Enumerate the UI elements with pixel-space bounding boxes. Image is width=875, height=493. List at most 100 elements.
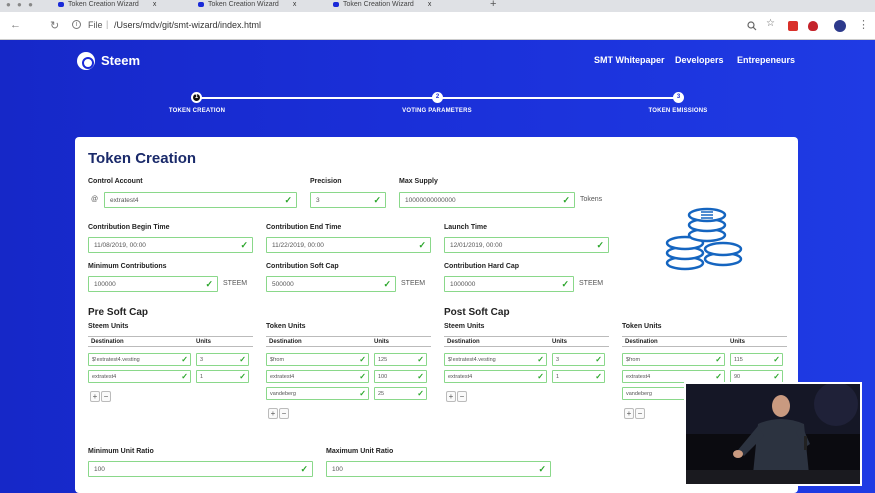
- max-supply-field[interactable]: 10000000000000 ✓: [399, 192, 575, 208]
- browser-tab[interactable]: Token Creation Wizard x: [58, 0, 156, 12]
- url-separator: |: [106, 19, 109, 29]
- close-tab-icon[interactable]: x: [428, 1, 432, 8]
- steem-logo-icon[interactable]: [77, 52, 95, 70]
- reload-icon[interactable]: ↻: [50, 19, 59, 32]
- remove-row-button[interactable]: −: [279, 408, 289, 419]
- browser-tab[interactable]: Token Creation Wizard x: [198, 0, 296, 12]
- page-title: Token Creation: [88, 150, 197, 167]
- new-tab-button[interactable]: +: [490, 0, 496, 10]
- address-bar: ← ↻ i File | /Users/mdv/git/smt-wizard/i…: [0, 12, 875, 40]
- remove-row-button[interactable]: −: [101, 391, 111, 402]
- valid-check-icon: ✓: [561, 279, 569, 289]
- nav-smt-whitepaper[interactable]: SMT Whitepaper: [594, 55, 665, 65]
- valid-check-icon: ✓: [417, 389, 424, 398]
- post-soft-cap-title: Post Soft Cap: [444, 307, 510, 318]
- shield-icon[interactable]: [808, 21, 818, 31]
- valid-check-icon: ✓: [596, 240, 604, 250]
- hard-cap-field[interactable]: 1000000 ✓: [444, 276, 574, 292]
- step-3-dot[interactable]: 3: [673, 92, 684, 103]
- destination-input[interactable]: extratest4 ✓: [88, 370, 191, 383]
- info-icon[interactable]: i: [72, 20, 81, 29]
- launch-time-label: Launch Time: [444, 224, 488, 231]
- valid-check-icon: ✓: [773, 372, 780, 381]
- units-input[interactable]: 1 ✓: [196, 370, 249, 383]
- units-input[interactable]: 3 ✓: [196, 353, 249, 366]
- destination-input[interactable]: $from ✓: [622, 353, 725, 366]
- profile-icon[interactable]: [834, 20, 846, 32]
- precision-field[interactable]: 3 ✓: [310, 192, 386, 208]
- valid-check-icon: ✓: [284, 195, 292, 205]
- destination-input[interactable]: $!extratest4.vesting ✓: [444, 353, 547, 366]
- add-row-button[interactable]: +: [446, 391, 456, 402]
- url-field[interactable]: /Users/mdv/git/smt-wizard/index.html: [114, 20, 261, 30]
- valid-check-icon: ✓: [205, 279, 213, 289]
- browser-tab-active[interactable]: Token Creation Wizard x: [333, 0, 431, 12]
- brand-name[interactable]: Steem: [101, 53, 140, 68]
- remove-row-button[interactable]: −: [635, 408, 645, 419]
- destination-input[interactable]: extratest4 ✓: [444, 370, 547, 383]
- table-header: Destination Units: [88, 336, 253, 347]
- destination-input[interactable]: $!extratest4.vesting ✓: [88, 353, 191, 366]
- end-time-field[interactable]: 11/22/2019, 00:00 ✓: [266, 237, 431, 253]
- nav-developers[interactable]: Developers: [675, 55, 724, 65]
- begin-time-field[interactable]: 11/08/2019, 00:00 ✓: [88, 237, 253, 253]
- pre-soft-cap-title: Pre Soft Cap: [88, 307, 149, 318]
- min-unit-ratio-field[interactable]: 100 ✓: [88, 461, 313, 477]
- destination-input[interactable]: $from ✓: [266, 353, 369, 366]
- add-row-button[interactable]: +: [90, 391, 100, 402]
- remove-row-button[interactable]: −: [457, 391, 467, 402]
- steem-suffix: STEEM: [579, 280, 604, 287]
- min-contrib-label: Minimum Contributions: [88, 263, 167, 270]
- units-input[interactable]: 100 ✓: [374, 370, 427, 383]
- star-icon[interactable]: ☆: [766, 18, 776, 29]
- max-unit-ratio-label: Maximum Unit Ratio: [326, 448, 394, 455]
- table-header: Destination Units: [266, 336, 431, 347]
- units-input[interactable]: 1 ✓: [552, 370, 605, 383]
- valid-check-icon: ✓: [239, 355, 246, 364]
- max-unit-ratio-field[interactable]: 100 ✓: [326, 461, 551, 477]
- url-scheme: File: [88, 20, 103, 30]
- window-controls[interactable]: ● ● ●: [6, 1, 35, 9]
- table-header: Destination Units: [444, 336, 609, 347]
- hard-cap-label: Contribution Hard Cap: [444, 263, 520, 270]
- search-icon[interactable]: [747, 21, 757, 31]
- valid-check-icon: ✓: [417, 355, 424, 364]
- steem-favicon-icon: [333, 1, 339, 7]
- steem-units-title: Steem Units: [88, 323, 129, 330]
- min-contrib-field[interactable]: 100000 ✓: [88, 276, 218, 292]
- coin-stack-icon: [665, 207, 743, 271]
- add-row-button[interactable]: +: [268, 408, 278, 419]
- nav-entrepeneurs[interactable]: Entrepeneurs: [737, 55, 795, 65]
- destination-input[interactable]: extratest4 ✓: [266, 370, 369, 383]
- steem-suffix: STEEM: [223, 280, 248, 287]
- steem-units-title: Steem Units: [444, 323, 485, 330]
- destination-input[interactable]: vandeberg ✓: [266, 387, 369, 400]
- menu-icon[interactable]: ⋮: [858, 18, 869, 31]
- close-tab-icon[interactable]: x: [153, 1, 157, 8]
- valid-check-icon: ✓: [359, 372, 366, 381]
- tokens-suffix: Tokens: [580, 196, 603, 203]
- units-input[interactable]: 25 ✓: [374, 387, 427, 400]
- units-input[interactable]: 115 ✓: [730, 353, 783, 366]
- step-2-dot[interactable]: 2: [432, 92, 443, 103]
- token-units-title: Token Units: [622, 323, 662, 330]
- control-account-field[interactable]: extratest4 ✓: [104, 192, 297, 208]
- units-input[interactable]: 125 ✓: [374, 353, 427, 366]
- valid-check-icon: ✓: [773, 355, 780, 364]
- extension-icon[interactable]: [788, 21, 798, 31]
- valid-check-icon: ✓: [537, 372, 544, 381]
- valid-check-icon: ✓: [359, 355, 366, 364]
- valid-check-icon: ✓: [562, 195, 570, 205]
- valid-check-icon: ✓: [239, 372, 246, 381]
- row-controls: + −: [446, 391, 468, 402]
- back-icon[interactable]: ←: [10, 19, 21, 31]
- units-input[interactable]: 3 ✓: [552, 353, 605, 366]
- step-1-dot[interactable]: 1: [191, 92, 202, 103]
- step-2-label: VOTING PARAMETERS: [402, 108, 472, 114]
- add-row-button[interactable]: +: [624, 408, 634, 419]
- valid-check-icon: ✓: [300, 464, 308, 474]
- soft-cap-field[interactable]: 500000 ✓: [266, 276, 396, 292]
- close-tab-icon[interactable]: x: [293, 1, 297, 8]
- launch-time-field[interactable]: 12/01/2019, 00:00 ✓: [444, 237, 609, 253]
- valid-check-icon: ✓: [418, 240, 426, 250]
